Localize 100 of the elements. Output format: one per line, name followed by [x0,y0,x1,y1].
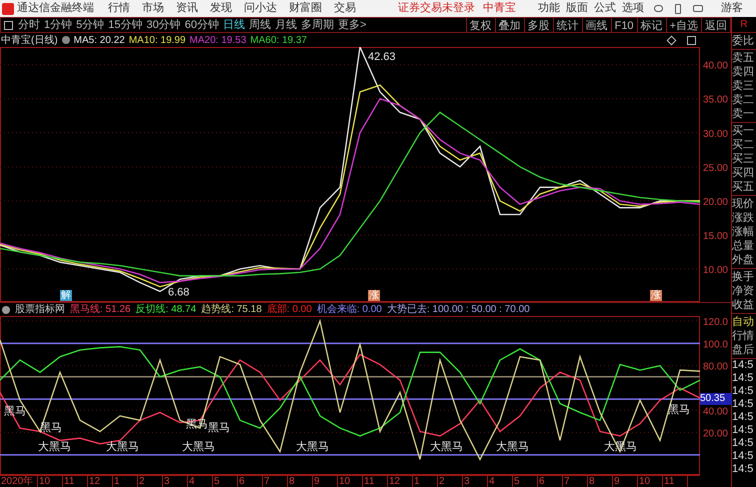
chart-label: 黑马 [208,422,230,434]
message-icon[interactable] [693,5,703,12]
quote-label: 卖一 [732,107,755,121]
period-tab[interactable]: 周线 [247,16,273,34]
quote-label: 收益 [732,298,755,312]
chart-label: 大黑马 [182,441,215,453]
chart-label: 大黑马 [430,441,463,453]
collapse-icon[interactable] [2,306,10,314]
quote-label: 总量 [732,239,755,253]
menu-item[interactable]: 版面 [566,0,588,17]
menu-item[interactable]: 财富圈 [289,0,322,17]
trade-time: 14:5 [732,437,754,450]
trade-time: 14:5 [732,424,754,437]
period-tab[interactable]: 60分钟 [182,16,221,34]
axis-month-label: 4 [188,476,213,487]
legend-value: 底部: 0.00 [266,302,312,317]
toolbar-button[interactable]: 多股 [524,18,553,32]
axis-month-label: 7 [263,476,288,487]
axis-month-label: 10 [638,476,663,487]
quote-label: 委比 [732,34,755,48]
quote-label: 现价 [732,197,755,211]
legend-value: 黑马线: 51.26 [70,302,131,317]
axis-month-label: 10 [38,476,63,487]
panel-icon[interactable] [687,36,696,44]
indicator-name: 股票指标网 [15,302,65,317]
axis-tick-label: 80.00 [702,362,728,373]
stock-name: 中青宝 [483,0,516,16]
toolbar-button[interactable]: 返回 [701,18,730,32]
menu-item[interactable]: 功能 [538,0,560,17]
quote-label: 外盘 [732,253,755,267]
toolbar-button[interactable]: 复权 [466,18,495,32]
axis-tick-label: 20.00 [702,196,728,208]
quote-label: 卖五 [732,51,755,65]
axis-month-label: 11 [663,476,688,487]
legend-value: 反切线: 48.74 [136,302,196,317]
trade-time: 14:5 [732,372,754,385]
toolbar-button[interactable]: 统计 [552,18,582,32]
trade-time: 14:5 [732,359,754,372]
toolbar-button[interactable]: 叠加 [494,18,524,32]
period-tab[interactable]: 月线 [273,16,299,34]
menu-item[interactable]: 交易 [334,0,356,17]
chart-title: 中青宝(日线) [1,34,58,48]
axis-month-label: 12 [88,476,113,487]
quote-label: 买五 [732,180,755,194]
menu-item[interactable]: 发现 [210,0,232,17]
period-tab[interactable]: 30分钟 [144,16,183,34]
quote-label: 买三 [732,152,755,166]
axis-month-label: 10 [338,476,363,487]
menu-item[interactable]: 问小达 [244,0,277,17]
period-tab[interactable]: 日线 [221,16,247,34]
period-tab[interactable]: 15分钟 [106,16,144,34]
ma-value: MA5: 20.22 [74,34,125,48]
axis-month-label: 9 [613,476,638,487]
axis-tick-label: 10.00 [702,264,728,276]
legend-value: 机会来临: 0.00 [316,302,382,317]
period-tab[interactable]: 分时 [16,16,42,34]
toolbar-button[interactable]: 画线 [582,18,611,32]
trade-time: 14:5 [732,385,754,398]
menu-item[interactable]: 公式 [594,0,616,17]
chart-label: 大黑马 [496,441,529,453]
mode-label[interactable]: 行情 [732,329,756,343]
quote-label: 涨幅 [732,225,755,239]
period-tab[interactable]: 多周期 [299,16,336,34]
chart-label: 42.63 [368,50,396,63]
quote-label: 买二 [732,138,755,152]
axis-tick-label: 30.00 [702,128,728,140]
legend-value: 大势已去: 100.00 : 50.00 : 70.00 [386,302,530,317]
user-label[interactable]: 游客 [721,0,743,17]
auto-label[interactable]: 自动 [732,315,756,329]
axis-month-label: 12 [388,476,413,487]
menu-item[interactable]: 资讯 [176,0,198,17]
quote-tab[interactable]: R [732,17,756,33]
quote-label: 换手 [732,270,755,284]
toolbar-button[interactable]: F10 [610,18,637,32]
chart-label: 大黑马 [296,441,329,453]
axis-month-label: 3 [163,476,188,487]
axis-month-label: 2 [438,476,463,487]
toolbar-button[interactable]: 标记 [636,18,666,32]
trade-time: 14:5 [732,450,754,463]
menu-item[interactable]: 市场 [142,0,164,17]
mode-label[interactable]: 盘后 [732,343,756,357]
axis-month-label: 1 [413,476,438,487]
axis-month-label: 6 [238,476,263,487]
app-title: 通达信金融终端 [17,0,94,16]
quote-label: 卖四 [732,65,755,79]
toggle-icon[interactable] [4,20,13,30]
settings-icon[interactable] [62,36,70,44]
toolbar-button[interactable]: +自选 [666,18,701,32]
chart-label: 6.68 [168,286,190,299]
period-tab[interactable]: 更多> [336,16,368,34]
axis-month-label: 8 [588,476,613,487]
menu-item[interactable]: 选项 [622,0,644,17]
menu-item[interactable]: 行情 [108,0,130,17]
quote-label: 买四 [732,166,755,180]
phone-icon[interactable] [675,4,681,14]
period-tab[interactable]: 5分钟 [74,16,106,34]
axis-month-label: 3 [463,476,488,487]
axis-tick-label: 40.00 [702,60,728,72]
period-tab[interactable]: 1分钟 [42,16,74,34]
axis-month-label: 9 [313,476,338,487]
